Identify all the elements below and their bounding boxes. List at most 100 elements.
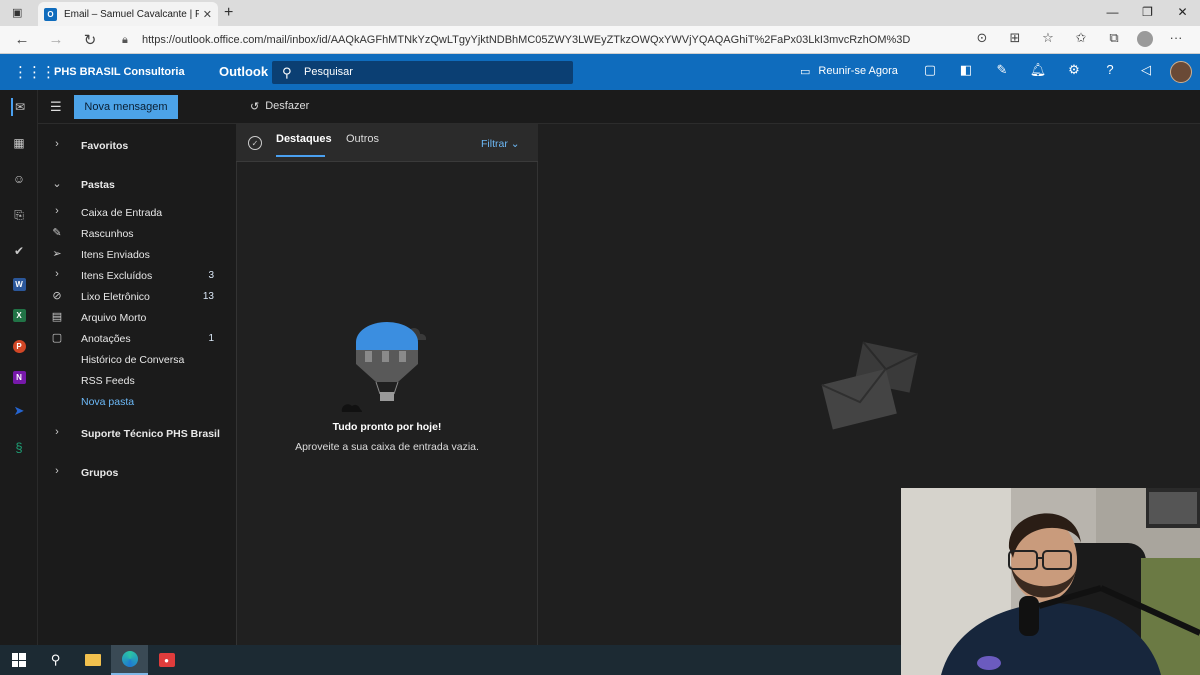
profile-avatar[interactable] bbox=[1137, 31, 1153, 47]
header-actions: ▢ ◧ ✎ 🔔︎ ⚙ ? ◁ bbox=[920, 62, 1156, 78]
note-icon: ▢ bbox=[51, 332, 63, 344]
org-name[interactable]: PHS BRASIL Consultoria bbox=[54, 66, 185, 78]
undo-label: Desfazer bbox=[265, 100, 310, 112]
taskbar-items: ⚲ ● bbox=[0, 645, 185, 675]
favorites-icon[interactable]: ✩ bbox=[1071, 30, 1091, 47]
office-icon[interactable]: ◧ bbox=[956, 62, 976, 78]
bell-icon[interactable]: 🔔︎ bbox=[1028, 62, 1048, 78]
folder-icon bbox=[84, 654, 101, 666]
undo-button[interactable]: ↺ Desfazer bbox=[250, 100, 309, 113]
empty-state-title: Tudo pronto por hoje! bbox=[332, 421, 442, 433]
folder-drafts[interactable]: ✎ Rascunhos bbox=[38, 224, 236, 244]
chevron-down-icon: ⌄ bbox=[510, 138, 520, 150]
folder-rss[interactable]: RSS Feeds bbox=[38, 371, 236, 391]
my-day-icon[interactable]: ✎ bbox=[992, 62, 1012, 78]
user-avatar[interactable] bbox=[1170, 61, 1192, 83]
folder-archive[interactable]: ▤ Arquivo Morto bbox=[38, 308, 236, 328]
search-taskbar-icon[interactable]: ⚲ bbox=[37, 645, 74, 675]
archive-icon: ▤ bbox=[51, 311, 63, 323]
tab-actions-icon[interactable]: ▣ bbox=[12, 6, 22, 19]
folder-sent[interactable]: ➢ Itens Enviados bbox=[38, 245, 236, 265]
attach-icon[interactable]: ⎘ bbox=[11, 206, 27, 224]
todo-icon[interactable]: ➤ bbox=[11, 402, 27, 420]
tab-focused[interactable]: Destaques bbox=[276, 133, 332, 145]
unread-count: 13 bbox=[202, 291, 214, 302]
tab-title: Email – Samuel Cavalcante | PHS bbox=[64, 8, 199, 20]
close-window-button[interactable]: ✕ bbox=[1165, 0, 1200, 26]
feedback-icon[interactable]: ◁ bbox=[1136, 62, 1156, 78]
search-icon: ⚲ bbox=[282, 65, 292, 80]
new-folder-link[interactable]: Nova pasta bbox=[38, 392, 236, 412]
new-message-button[interactable]: Nova mensagem bbox=[74, 95, 178, 119]
favorites-group[interactable]: › Favoritos bbox=[38, 136, 236, 156]
select-all-icon[interactable]: ✓ bbox=[248, 136, 262, 150]
calendar-icon[interactable]: ▦ bbox=[11, 134, 27, 152]
tab-close-icon[interactable]: ✕ bbox=[203, 8, 212, 21]
folder-conversation-history[interactable]: Histórico de Conversa bbox=[38, 350, 236, 370]
folder-pane: › Favoritos ⌄ Pastas › Caixa de Entrada … bbox=[38, 124, 236, 645]
menu-toggle-icon[interactable]: ☰ bbox=[50, 99, 62, 115]
tab-other[interactable]: Outros bbox=[346, 133, 379, 145]
chevron-down-icon: ⌄ bbox=[52, 178, 62, 190]
word-icon[interactable]: W bbox=[12, 278, 26, 291]
file-explorer-button[interactable] bbox=[74, 645, 111, 675]
collections-icon[interactable]: ⧉ bbox=[1104, 30, 1124, 47]
sway-icon[interactable]: § bbox=[11, 438, 27, 456]
apps-icon[interactable]: ⊞ bbox=[1005, 30, 1025, 47]
more-icon[interactable]: ··· bbox=[1166, 30, 1186, 47]
folder-notes[interactable]: ▢ Anotações 1 bbox=[38, 329, 236, 349]
restore-button[interactable]: ❐ bbox=[1130, 0, 1165, 26]
lock-icon: 🔒︎ bbox=[122, 34, 128, 46]
browser-toolbar: ⊙ ⊞ ☆ ✩ ⧉ ··· bbox=[972, 30, 1186, 47]
people-icon[interactable]: ☺ bbox=[11, 170, 27, 188]
gear-icon[interactable]: ⚙ bbox=[1064, 62, 1084, 78]
tasks-icon[interactable]: ✔ bbox=[11, 242, 27, 260]
add-favorite-icon[interactable]: ☆ bbox=[1038, 30, 1058, 47]
search-placeholder: Pesquisar bbox=[304, 66, 353, 78]
command-bar bbox=[38, 90, 1200, 124]
outlook-favicon-icon: O bbox=[44, 7, 57, 21]
minimize-button[interactable]: — bbox=[1095, 0, 1130, 26]
chevron-right-icon: › bbox=[55, 426, 59, 438]
unread-count: 1 bbox=[208, 333, 214, 344]
help-icon[interactable]: ? bbox=[1100, 62, 1120, 78]
filter-label: Filtrar bbox=[481, 138, 508, 150]
teams-chat-icon[interactable]: ▢ bbox=[920, 62, 940, 78]
mail-icon[interactable]: ✉ bbox=[11, 98, 27, 116]
excel-icon[interactable]: X bbox=[12, 309, 26, 322]
meet-now-label: Reunir-se Agora bbox=[818, 65, 898, 77]
chevron-right-icon: › bbox=[55, 465, 59, 477]
groups-group[interactable]: › Grupos bbox=[38, 463, 236, 483]
read-aloud-icon[interactable]: ⊙ bbox=[972, 30, 992, 47]
app-name[interactable]: Outlook bbox=[219, 64, 268, 79]
url-field[interactable]: 🔒︎ https://outlook.office.com/mail/inbox… bbox=[112, 29, 972, 51]
onenote-icon[interactable]: N bbox=[12, 371, 26, 384]
nav-buttons: ← → ↻ bbox=[14, 31, 98, 49]
forward-icon[interactable]: → bbox=[48, 31, 64, 49]
folder-inbox[interactable]: › Caixa de Entrada bbox=[38, 203, 236, 223]
powerpoint-icon[interactable]: P bbox=[12, 340, 26, 353]
back-icon[interactable]: ← bbox=[14, 31, 30, 49]
new-tab-button[interactable]: + bbox=[224, 4, 233, 22]
hot-air-balloon-illustration bbox=[341, 322, 427, 412]
folder-junk[interactable]: ⊘ Lixo Eletrônico 13 bbox=[38, 287, 236, 307]
webcam-overlay bbox=[901, 488, 1200, 675]
unread-count: 3 bbox=[208, 270, 214, 281]
undo-icon: ↺ bbox=[250, 101, 260, 113]
filter-button[interactable]: Filtrar ⌄ bbox=[481, 138, 520, 150]
send-icon: ➢ bbox=[52, 248, 62, 260]
search-input[interactable]: ⚲ Pesquisar bbox=[272, 61, 573, 84]
url-text: https://outlook.office.com/mail/inbox/id… bbox=[142, 34, 911, 46]
browser-tab[interactable]: O Email – Samuel Cavalcante | PHS ✕ bbox=[38, 2, 218, 26]
refresh-icon[interactable]: ↻ bbox=[82, 31, 98, 49]
window-controls: — ❐ ✕ bbox=[1095, 0, 1200, 26]
chevron-right-icon: › bbox=[55, 205, 59, 217]
edge-button[interactable] bbox=[111, 645, 148, 675]
start-button[interactable] bbox=[0, 645, 37, 675]
app-launcher-icon[interactable]: ⋮⋮⋮ bbox=[13, 63, 56, 81]
folders-group[interactable]: ⌄ Pastas bbox=[38, 175, 236, 195]
meet-now-button[interactable]: ▭ Reunir-se Agora bbox=[800, 65, 898, 78]
support-group[interactable]: › Suporte Técnico PHS Brasil bbox=[38, 424, 236, 444]
folder-deleted[interactable]: › Itens Excluídos 3 bbox=[38, 266, 236, 286]
recorder-button[interactable]: ● bbox=[148, 645, 185, 675]
